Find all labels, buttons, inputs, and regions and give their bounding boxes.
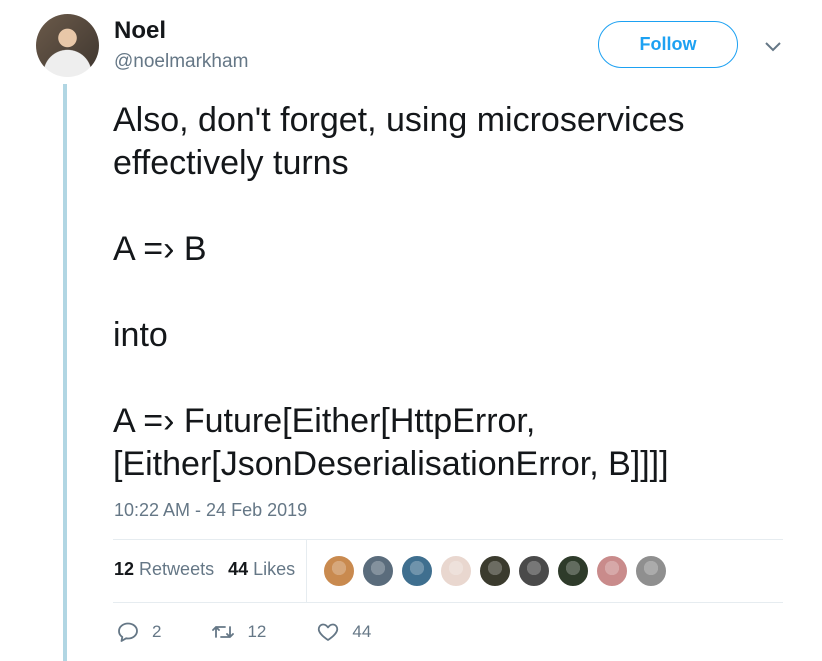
- likes-count: 44: [228, 559, 249, 579]
- tweet-line: A =› B: [113, 230, 207, 268]
- author-name[interactable]: Noel: [114, 17, 166, 45]
- tweet-stats: 12 Retweets 44 Likes: [114, 559, 295, 580]
- retweet-icon: [212, 626, 235, 638]
- tweet-line: into: [113, 316, 168, 354]
- thread-line: [63, 84, 67, 661]
- stats-separator: [306, 540, 307, 602]
- reply-icon: [118, 622, 138, 642]
- liker-avatars: [323, 555, 667, 587]
- avatar[interactable]: [36, 14, 99, 77]
- timestamp[interactable]: 10:22 AM - 24 Feb 2019: [114, 500, 307, 521]
- tweet-actions: 2 12 44: [116, 620, 421, 644]
- likes-label: Likes: [253, 559, 296, 579]
- reply-count: 2: [152, 622, 162, 641]
- liker-avatar[interactable]: [635, 555, 667, 587]
- like-count: 44: [352, 622, 372, 641]
- tweet-line: A =› Future[Either[HttpError, [Either[Js…: [113, 402, 669, 483]
- like-button[interactable]: 44: [316, 620, 371, 644]
- retweets-label: Retweets: [139, 559, 215, 579]
- liker-avatar[interactable]: [557, 555, 589, 587]
- retweet-count: 12: [247, 622, 267, 641]
- retweets-count: 12: [114, 559, 135, 579]
- liker-avatar[interactable]: [323, 555, 355, 587]
- author-handle[interactable]: @noelmarkham: [114, 51, 248, 73]
- chevron-down-icon[interactable]: [762, 36, 784, 58]
- liker-avatar[interactable]: [440, 555, 472, 587]
- reply-button[interactable]: 2: [116, 620, 161, 644]
- liker-avatar[interactable]: [362, 555, 394, 587]
- divider: [113, 539, 783, 540]
- heart-icon: [318, 623, 339, 641]
- tweet-text: Also, don't forget, using microservices …: [113, 99, 793, 486]
- retweets-stat[interactable]: 12 Retweets: [114, 559, 214, 580]
- likes-stat[interactable]: 44 Likes: [228, 559, 295, 580]
- tweet-line: Also, don't forget, using microservices …: [113, 101, 685, 182]
- liker-avatar[interactable]: [518, 555, 550, 587]
- follow-button[interactable]: Follow: [598, 21, 738, 68]
- liker-avatar[interactable]: [479, 555, 511, 587]
- liker-avatar[interactable]: [401, 555, 433, 587]
- liker-avatar[interactable]: [596, 555, 628, 587]
- retweet-button[interactable]: 12: [211, 620, 266, 644]
- divider: [113, 602, 783, 603]
